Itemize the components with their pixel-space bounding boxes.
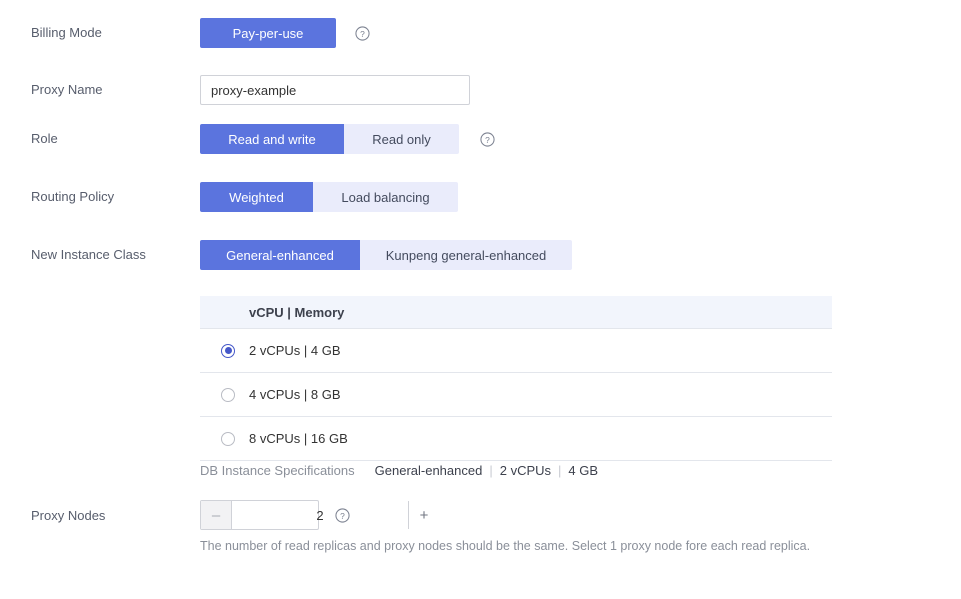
proxy-nodes-label: Proxy Nodes — [31, 508, 106, 523]
db-instance-specifications-summary: DB Instance Specifications General-enhan… — [200, 463, 598, 478]
specifications-summary-separator: | — [558, 463, 562, 478]
proxy-configuration-form: Billing Mode Pay-per-use ? Proxy Name Ro… — [0, 0, 961, 599]
instance-class-option-general-enhanced[interactable]: General-enhanced — [200, 240, 360, 270]
instance-spec-table: vCPU | Memory 2 vCPUs | 4 GB 4 vCPUs | 8… — [200, 296, 832, 461]
radio-button-2-vcpus-4-gb[interactable] — [221, 343, 235, 358]
routing-policy-segmented-control[interactable]: Weighted Load balancing — [200, 182, 458, 212]
instance-class-option-kunpeng-general-enhanced[interactable]: Kunpeng general-enhanced — [360, 240, 572, 270]
proxy-nodes-stepper[interactable]: – + — [200, 500, 439, 530]
role-option-read-and-write[interactable]: Read and write — [200, 124, 344, 154]
routing-policy-option-load-balancing[interactable]: Load balancing — [313, 182, 458, 212]
specifications-summary-class: General-enhanced — [374, 463, 483, 478]
new-instance-class-label: New Instance Class — [31, 247, 146, 262]
svg-text:?: ? — [340, 510, 345, 520]
billing-mode-segmented-control[interactable]: Pay-per-use — [200, 18, 336, 48]
increment-button[interactable]: + — [408, 501, 439, 529]
svg-text:?: ? — [360, 28, 365, 38]
help-circle-icon[interactable]: ? — [479, 131, 495, 147]
billing-mode-label: Billing Mode — [31, 25, 102, 40]
table-cell-vcpu-memory: 4 vCPUs | 8 GB — [249, 387, 341, 402]
role-label: Role — [31, 131, 58, 146]
specifications-summary-separator: | — [489, 463, 493, 478]
column-header-vcpu-memory: vCPU | Memory — [249, 304, 345, 320]
table-cell-vcpu-memory: 2 vCPUs | 4 GB — [249, 343, 341, 358]
proxy-nodes-input[interactable] — [232, 501, 408, 529]
table-row[interactable]: 8 vCPUs | 16 GB — [200, 417, 832, 461]
specifications-summary-label: DB Instance Specifications — [200, 463, 355, 478]
instance-class-segmented-control[interactable]: General-enhanced Kunpeng general-enhance… — [200, 240, 572, 270]
specifications-summary-memory: 4 GB — [568, 463, 599, 478]
routing-policy-option-weighted[interactable]: Weighted — [200, 182, 313, 212]
role-option-read-only[interactable]: Read only — [344, 124, 459, 154]
table-row[interactable]: 2 vCPUs | 4 GB — [200, 329, 832, 373]
billing-mode-option-pay-per-use[interactable]: Pay-per-use — [200, 18, 336, 48]
table-row[interactable]: 4 vCPUs | 8 GB — [200, 373, 832, 417]
decrement-button[interactable]: – — [201, 501, 232, 529]
role-segmented-control[interactable]: Read and write Read only — [200, 124, 459, 154]
proxy-name-input[interactable] — [200, 75, 470, 105]
svg-text:?: ? — [485, 134, 490, 144]
proxy-nodes-hint: The number of read replicas and proxy no… — [200, 539, 811, 553]
routing-policy-label: Routing Policy — [31, 189, 115, 204]
table-header-row: vCPU | Memory — [200, 296, 832, 329]
proxy-name-label: Proxy Name — [31, 82, 103, 97]
help-circle-icon[interactable]: ? — [354, 25, 370, 41]
table-cell-vcpu-memory: 8 vCPUs | 16 GB — [249, 431, 348, 446]
radio-button-4-vcpus-8-gb[interactable] — [221, 387, 235, 402]
help-circle-icon[interactable]: ? — [334, 507, 350, 523]
radio-button-8-vcpus-16-gb[interactable] — [221, 431, 235, 446]
specifications-summary-vcpus: 2 vCPUs — [499, 463, 552, 478]
